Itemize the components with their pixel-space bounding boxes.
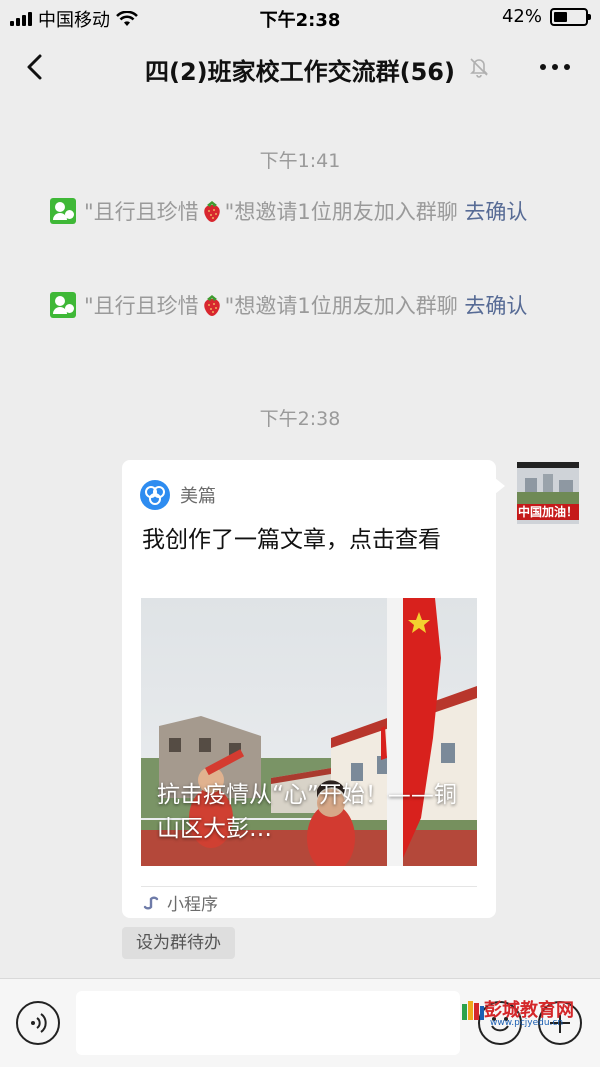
sys-suffix: "想邀请1位朋友加入群聊 xyxy=(224,294,458,318)
invite-icon xyxy=(50,198,76,224)
confirm-link[interactable]: 去确认 xyxy=(464,294,527,318)
battery-percent: 42% xyxy=(501,6,542,27)
system-message: "且行且珍惜 "想邀请1位朋友加入群聊 去确认 xyxy=(50,194,560,230)
voice-icon xyxy=(31,1013,47,1033)
invite-icon xyxy=(50,292,76,318)
bell-muted-icon xyxy=(470,58,488,78)
card-footer: 小程序 xyxy=(141,890,218,915)
sys-suffix: "想邀请1位朋友加入群聊 xyxy=(224,200,458,224)
card-title: 我创作了一篇文章，点击查看 xyxy=(142,527,441,553)
mini-program-card[interactable]: 美篇 我创作了一篇文章，点击查看 抗击疫情从“心”开始！——铜山区大彭… 小程序 xyxy=(122,460,505,918)
watermark-url: www.pcjyedu.cn xyxy=(490,1018,564,1028)
card-thumbnail: 抗击疫情从“心”开始！——铜山区大彭… xyxy=(141,598,477,866)
avatar[interactable]: 中国加油！ xyxy=(517,462,579,524)
system-message: "且行且珍惜 "想邀请1位朋友加入群聊 去确认 xyxy=(50,288,560,324)
status-right: 42% xyxy=(501,6,591,27)
card-footer-label: 小程序 xyxy=(167,895,218,915)
card-caption: 抗击疫情从“心”开始！——铜山区大彭… xyxy=(157,782,457,842)
message-input[interactable] xyxy=(76,991,460,1055)
strawberry-emoji-icon xyxy=(203,201,220,222)
timestamp: 下午2:38 xyxy=(259,408,341,430)
card-source-label: 美篇 xyxy=(180,486,216,507)
card-divider xyxy=(141,886,477,887)
watermark: 彭城教育网 www.pcjyedu.cn xyxy=(460,998,586,1028)
timestamp: 下午1:41 xyxy=(259,150,341,172)
card-source: 美篇 xyxy=(140,480,216,510)
strawberry-emoji-icon xyxy=(203,295,220,316)
set-group-todo-button[interactable]: 设为群待办 xyxy=(122,927,235,959)
more-dots-icon[interactable] xyxy=(540,64,570,70)
voice-button[interactable] xyxy=(16,1001,60,1045)
sys-prefix: "且行且珍惜 xyxy=(84,294,199,318)
status-bar: 中国移动 下午2:38 42% xyxy=(0,0,600,34)
chat-title: 四(2)班家校工作交流群(56) xyxy=(145,58,455,86)
mini-program-icon xyxy=(143,896,159,909)
confirm-link[interactable]: 去确认 xyxy=(464,200,527,224)
sys-prefix: "且行且珍惜 xyxy=(84,200,199,224)
chat-header: 四(2)班家校工作交流群(56) xyxy=(0,34,600,100)
watermark-logo-icon xyxy=(462,1001,484,1020)
avatar-label: 中国加油！ xyxy=(517,504,579,520)
meipian-logo-icon xyxy=(140,480,170,510)
battery-icon xyxy=(550,7,591,26)
battery-fill xyxy=(554,11,567,22)
